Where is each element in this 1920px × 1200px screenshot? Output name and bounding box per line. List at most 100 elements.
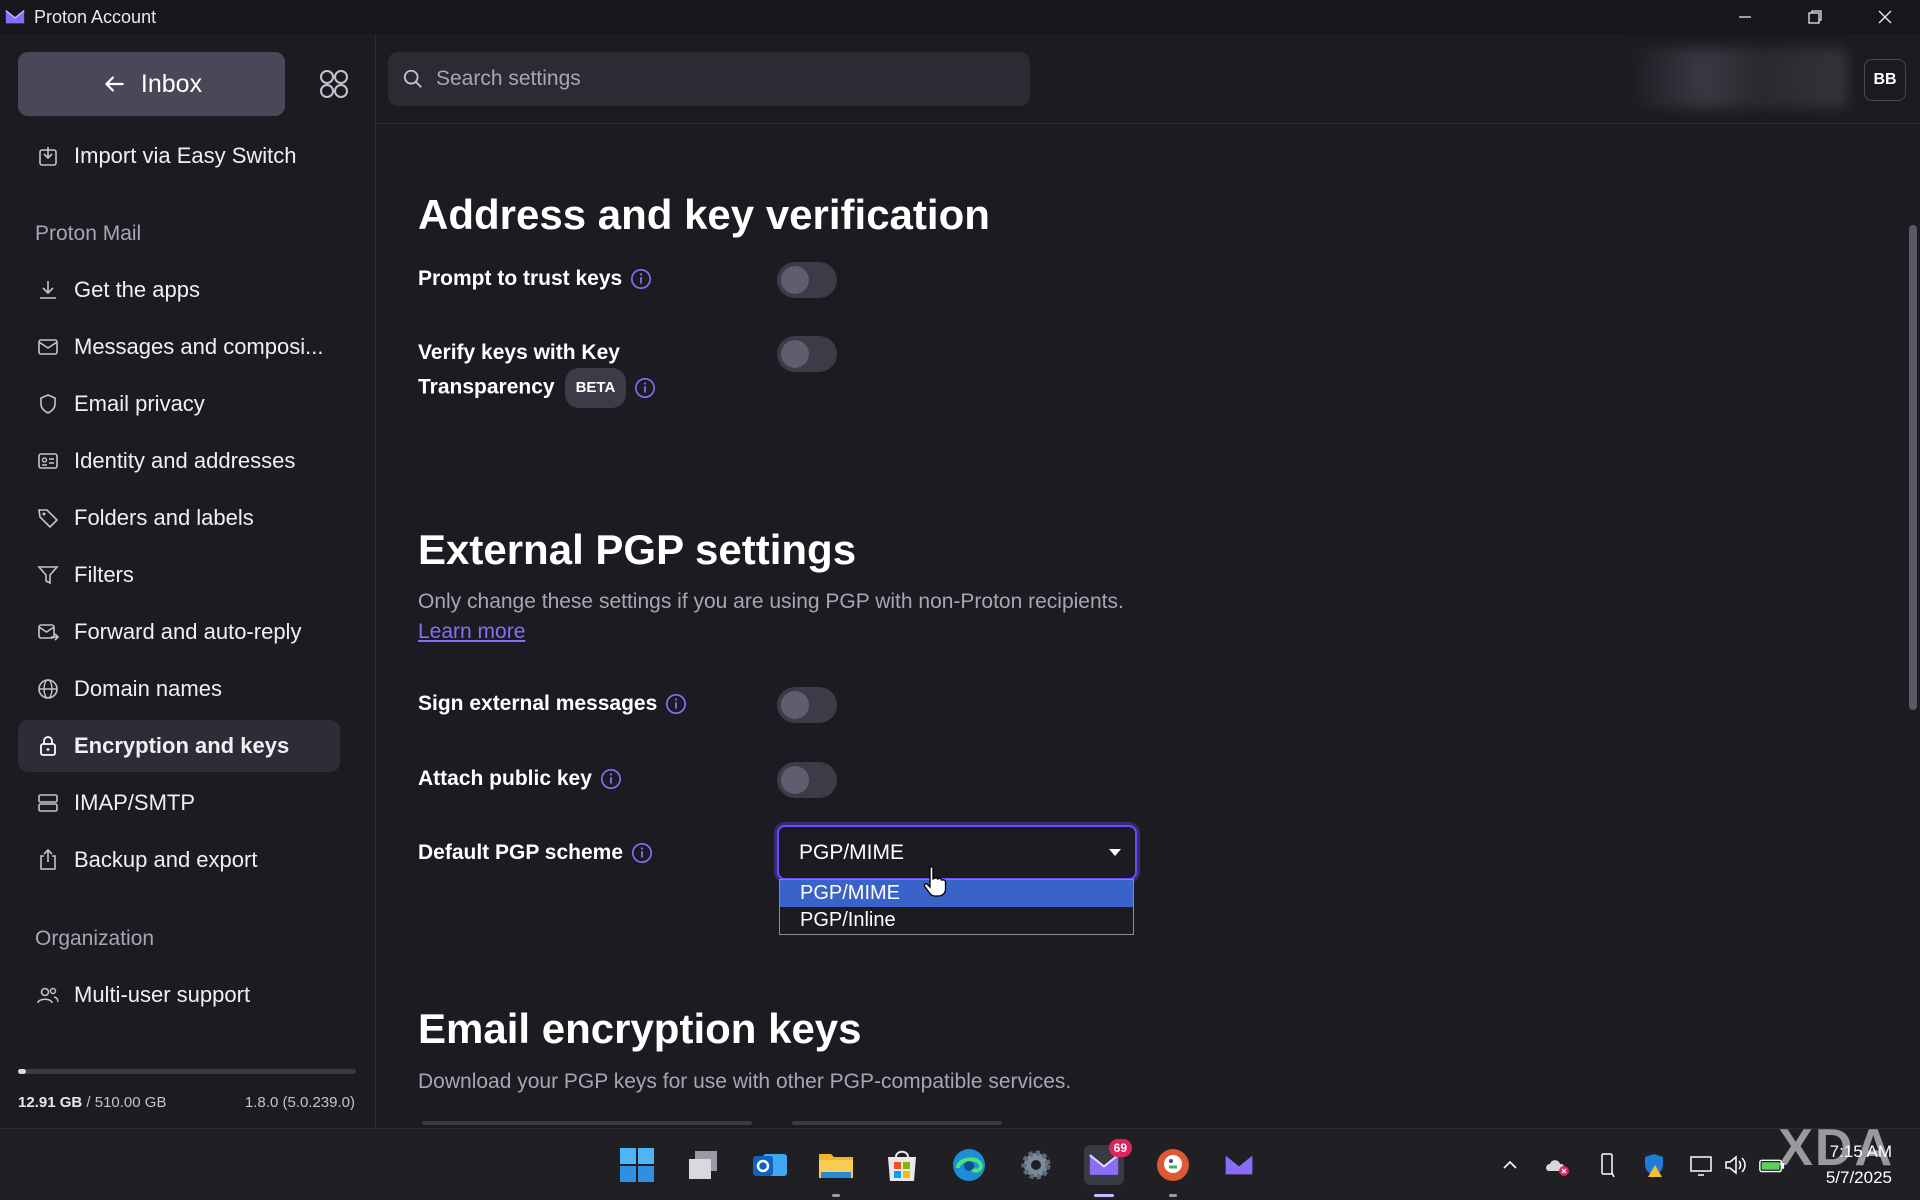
sidebar-item-label: Messages and composi... (74, 334, 323, 360)
start-button[interactable] (617, 1145, 657, 1185)
minimize-button[interactable] (1710, 0, 1780, 34)
learn-more-link[interactable]: Learn more (418, 620, 525, 644)
sidebar-item-import[interactable]: Import via Easy Switch (18, 130, 340, 182)
storage-progress-bar (18, 1069, 356, 1074)
sidebar-item-imap-smtp[interactable]: IMAP/SMTP (18, 777, 340, 829)
duckduckgo-button[interactable] (1153, 1145, 1193, 1185)
sidebar-item-forward[interactable]: Forward and auto-reply (18, 606, 340, 658)
attach-key-toggle[interactable] (777, 762, 837, 798)
edge-browser-button[interactable] (949, 1145, 989, 1185)
attach-key-label: Attach public key (418, 764, 622, 794)
sidebar-item-label: Folders and labels (74, 505, 254, 531)
toggle-knob (781, 691, 809, 719)
toggle-knob (781, 340, 809, 368)
proton-mail-icon (1223, 1149, 1255, 1181)
sidebar-item-label: Get the apps (74, 277, 200, 303)
file-explorer-button[interactable] (816, 1145, 856, 1185)
network-tray-icon[interactable] (1688, 1151, 1716, 1179)
sidebar-item-folders-labels[interactable]: Folders and labels (18, 492, 340, 544)
windows-taskbar: 69 7:15 AM 5/7/2025 (0, 1128, 1920, 1200)
sidebar-item-backup-export[interactable]: Backup and export (18, 834, 340, 886)
sidebar-item-messages[interactable]: Messages and composi... (18, 321, 340, 373)
sidebar: Inbox Import via Easy Switch Proton Mail… (0, 34, 376, 1128)
task-view-icon (685, 1147, 721, 1183)
edge-icon (950, 1146, 988, 1184)
default-scheme-text: Default PGP scheme (418, 841, 623, 864)
prompt-trust-keys-toggle[interactable] (777, 262, 837, 298)
sidebar-item-filters[interactable]: Filters (18, 549, 340, 601)
settings-app-button[interactable] (1016, 1145, 1056, 1185)
back-to-inbox-button[interactable]: Inbox (18, 52, 285, 116)
sign-external-label: Sign external messages (418, 689, 687, 719)
storage-usage: 12.91 GB / 510.00 GB (18, 1094, 166, 1111)
import-icon (36, 144, 60, 168)
outlook-app-button[interactable] (750, 1145, 790, 1185)
info-icon[interactable] (600, 768, 622, 790)
windows-logo-icon (619, 1147, 655, 1183)
show-hidden-icons-button[interactable] (1496, 1151, 1524, 1179)
envelope-icon (36, 335, 60, 359)
search-box[interactable] (388, 52, 1030, 106)
dropdown-caret-icon (1109, 849, 1121, 856)
section-title-address-key-verification: Address and key verification (418, 191, 990, 239)
duckduckgo-icon (1155, 1147, 1191, 1183)
task-view-button[interactable] (683, 1145, 723, 1185)
verify-keys-label: Verify keys with Key Transparency BETA (418, 338, 656, 408)
sidebar-item-label: Encryption and keys (74, 733, 289, 759)
microsoft-store-button[interactable] (882, 1145, 922, 1185)
prompt-trust-keys-label: Prompt to trust keys (418, 264, 652, 294)
export-icon (36, 848, 60, 872)
running-indicator (1169, 1194, 1177, 1197)
section-title-email-encryption-keys: Email encryption keys (418, 1005, 862, 1053)
search-input[interactable] (436, 67, 996, 91)
sidebar-item-label: Forward and auto-reply (74, 619, 301, 645)
info-icon[interactable] (630, 268, 652, 290)
security-tray-icon[interactable] (1640, 1151, 1668, 1179)
onedrive-tray-icon[interactable] (1543, 1151, 1571, 1179)
proton-app-button[interactable] (1219, 1145, 1259, 1185)
forward-mail-icon (36, 620, 60, 644)
pgp-scheme-option-inline[interactable]: PGP/Inline (780, 907, 1133, 934)
sign-external-text: Sign external messages (418, 692, 657, 715)
servers-icon (36, 791, 60, 815)
proton-mail-taskbar-button[interactable]: 69 (1084, 1145, 1124, 1185)
sidebar-item-domain-names[interactable]: Domain names (18, 663, 340, 715)
restore-button[interactable] (1780, 0, 1850, 34)
verify-keys-text-line2: Transparency (418, 376, 555, 399)
section-label-organization: Organization (35, 927, 154, 951)
close-window-button[interactable] (1850, 0, 1920, 34)
sidebar-item-email-privacy[interactable]: Email privacy (18, 378, 340, 430)
storage-progress-fill (18, 1069, 26, 1074)
running-indicator (832, 1194, 840, 1197)
sidebar-item-label: Identity and addresses (74, 448, 295, 474)
pgp-scheme-select[interactable]: PGP/MIME (777, 825, 1137, 880)
avatar[interactable]: BB (1864, 59, 1906, 101)
volume-tray-icon[interactable] (1722, 1151, 1750, 1179)
sidebar-item-multi-user[interactable]: Multi-user support (18, 969, 340, 1021)
verify-keys-toggle[interactable] (777, 336, 837, 372)
sidebar-item-label: Domain names (74, 676, 222, 702)
sidebar-item-get-apps[interactable]: Get the apps (18, 264, 340, 316)
sidebar-item-label: Import via Easy Switch (74, 143, 297, 169)
sidebar-item-encryption-keys[interactable]: Encryption and keys (18, 720, 340, 772)
info-icon[interactable] (665, 693, 687, 715)
speaker-icon (1722, 1151, 1750, 1179)
sidebar-item-label: Email privacy (74, 391, 205, 417)
external-pgp-description: Only change these settings if you are us… (418, 590, 1124, 614)
sidebar-item-identity[interactable]: Identity and addresses (18, 435, 340, 487)
beta-badge: BETA (565, 368, 627, 408)
pgp-scheme-option-mime[interactable]: PGP/MIME (780, 880, 1133, 907)
info-icon[interactable] (631, 842, 653, 864)
usb-tray-icon[interactable] (1593, 1151, 1621, 1179)
scroll-thumb[interactable] (1909, 225, 1917, 710)
verify-keys-text-line1: Verify keys with Key (418, 341, 620, 364)
header: BB (377, 34, 1920, 124)
xda-watermark: XDA (1778, 1118, 1894, 1178)
sign-external-toggle[interactable] (777, 687, 837, 723)
store-icon (884, 1147, 920, 1183)
inbox-label: Inbox (141, 70, 202, 99)
main-scrollbar[interactable] (1908, 103, 1918, 1123)
usb-drive-icon (1595, 1151, 1619, 1179)
info-icon[interactable] (634, 377, 656, 399)
app-switcher-icon[interactable] (318, 68, 350, 100)
